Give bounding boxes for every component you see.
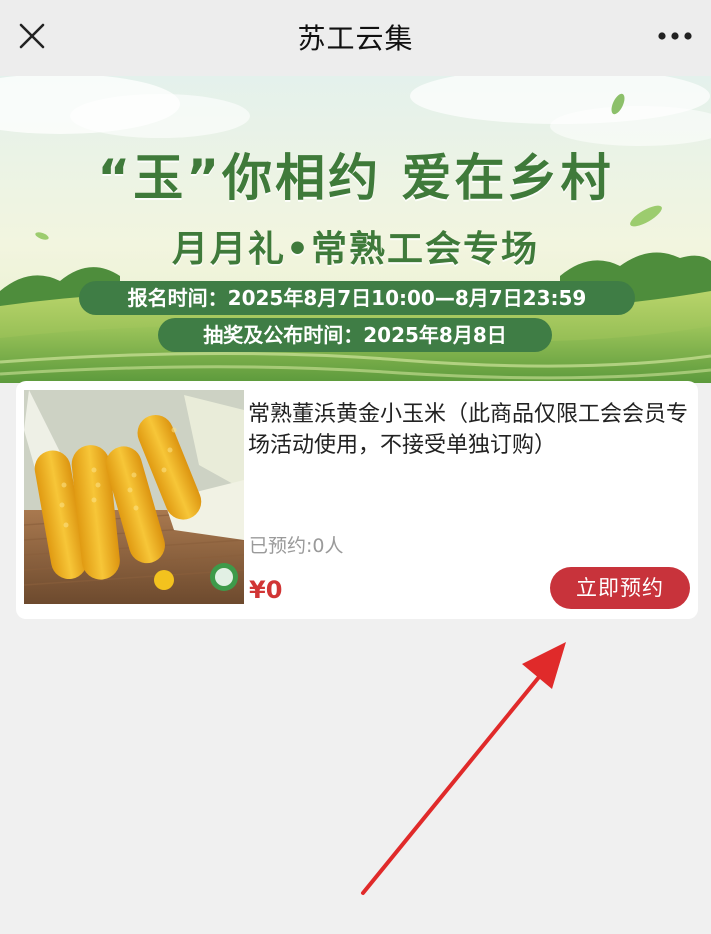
promo-banner[interactable]: “玉”你相约 爱在乡村 月月礼•常熟工会专场 报名时间：2025年8月7日10:… — [0, 76, 711, 383]
lottery-time-badge: 抽奖及公布时间：2025年8月8日 — [158, 318, 552, 352]
product-card[interactable]: 常熟董浜黄金小玉米（此商品仅限工会会员专场活动使用，不接受单独订购） 已预约:0… — [16, 381, 698, 619]
reserve-now-button[interactable]: 立即预约 — [550, 567, 690, 609]
product-price: ¥0 — [249, 576, 283, 604]
product-title[interactable]: 常熟董浜黄金小玉米（此商品仅限工会会员专场活动使用，不接受单独订购） — [248, 399, 688, 461]
reserved-count: 已预约:0人 — [249, 535, 344, 557]
banner-headline: “玉”你相约 爱在乡村 — [97, 149, 614, 207]
signup-time-badge: 报名时间：2025年8月7日10:00—8月7日23:59 — [79, 281, 635, 315]
top-nav-bar: 苏工云集 — [0, 0, 711, 76]
more-dots-icon[interactable] — [655, 22, 695, 50]
product-image[interactable] — [24, 390, 244, 604]
page-title: 苏工云集 — [297, 22, 414, 55]
banner-subheadline: 月月礼•常熟工会专场 — [171, 229, 539, 270]
